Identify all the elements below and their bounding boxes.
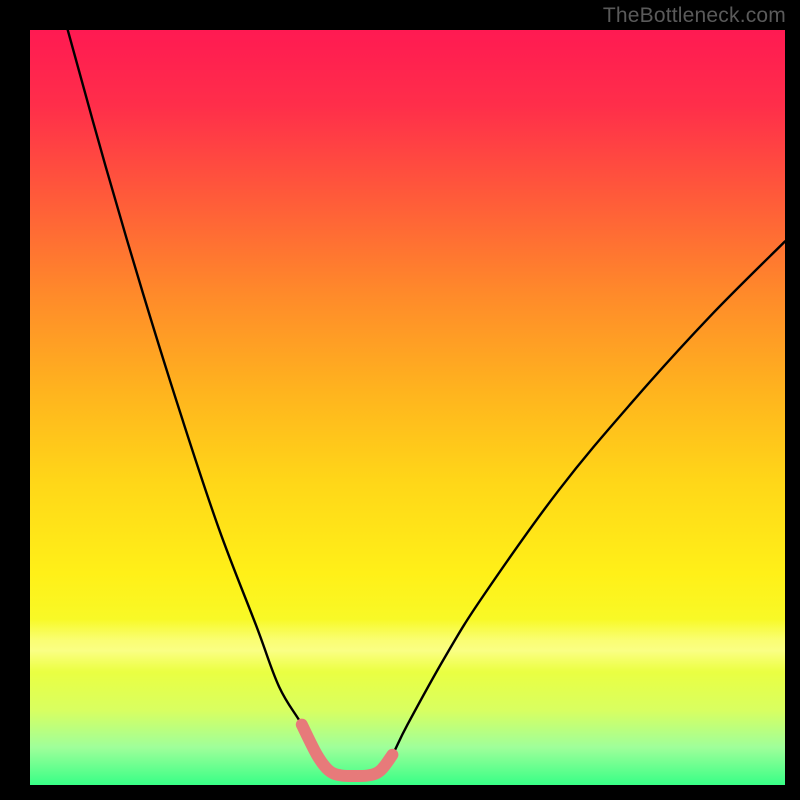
chart-frame: TheBottleneck.com (0, 0, 800, 800)
right-curve (381, 241, 785, 770)
plot-area (30, 30, 785, 785)
watermark-text: TheBottleneck.com (603, 4, 786, 28)
curve-layer (30, 30, 785, 785)
valley-highlight (302, 725, 393, 776)
left-curve (68, 30, 328, 770)
